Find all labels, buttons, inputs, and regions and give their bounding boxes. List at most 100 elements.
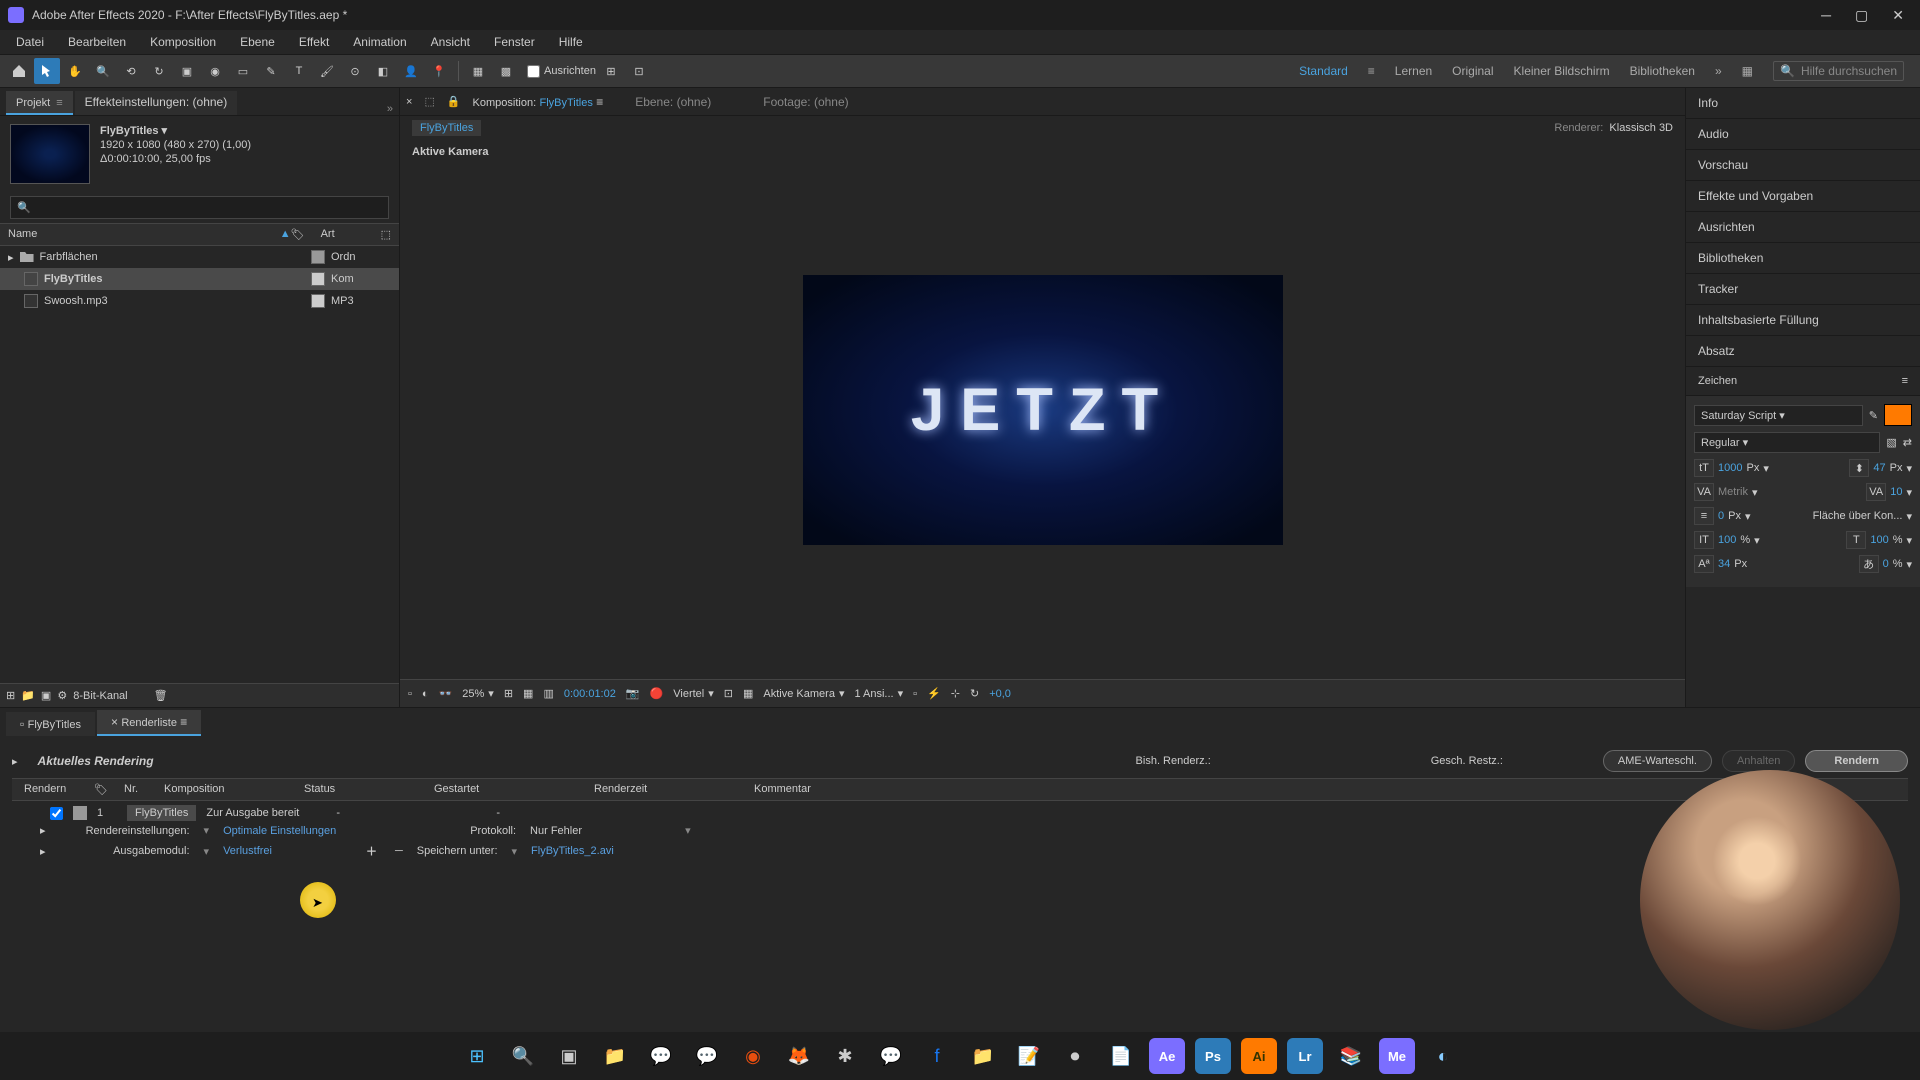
menu-fenster[interactable]: Fenster [484,32,545,52]
comp-breadcrumb[interactable]: FlyByTitles [412,120,481,136]
tab-effect-settings[interactable]: Effekteinstellungen: (ohne) [75,91,238,115]
illustrator-icon[interactable]: Ai [1241,1038,1277,1074]
menu-effekt[interactable]: Effekt [289,32,339,52]
help-search[interactable]: 🔍 Hilfe durchsuchen [1773,61,1904,81]
panel-audio[interactable]: Audio [1686,119,1920,150]
panel-info[interactable]: Info [1686,88,1920,119]
tab-project[interactable]: Projekt≡ [6,91,73,115]
renderer-display[interactable]: Renderer: Klassisch 3D [1554,122,1673,134]
panel-ausrichten[interactable]: Ausrichten [1686,212,1920,243]
channel-icon[interactable]: 🔴 [650,687,664,700]
mask-mode-icon[interactable]: ▦ [465,58,491,84]
firefox-icon[interactable]: 🦊 [781,1038,817,1074]
menu-animation[interactable]: Animation [343,32,416,52]
pan-behind-tool-icon[interactable]: ◉ [202,58,228,84]
res-dropdown[interactable]: Viertel ▾ [673,687,714,700]
transparency-icon[interactable]: ▦ [743,687,753,700]
snapshot-icon[interactable]: 📷 [626,687,640,700]
col-tag-icon[interactable]: 🏷 [90,783,110,796]
col-time[interactable]: Renderzeit [590,783,740,796]
camera-tool-icon[interactable]: ▣ [174,58,200,84]
pixel-aspect-icon[interactable]: ▫ [913,688,917,700]
resolution-icon[interactable]: ⊞ [504,687,513,700]
leading[interactable]: 47 [1873,462,1885,474]
timecode[interactable]: 0:00:01:02 [564,688,616,700]
teams-icon[interactable]: 💬 [643,1038,679,1074]
after-effects-icon[interactable]: Ae [1149,1038,1185,1074]
expand-output-icon[interactable]: ▸ [40,845,46,858]
clone-tool-icon[interactable]: ⊙ [342,58,368,84]
label-swatch[interactable] [311,272,325,286]
mask-mode2-icon[interactable]: ▩ [493,58,519,84]
roi-icon[interactable]: ⊡ [724,687,733,700]
font-family-select[interactable]: Saturday Script ▾ [1694,405,1863,426]
notepad-icon[interactable]: 📄 [1103,1038,1139,1074]
guide-icon[interactable]: ▥ [543,687,553,700]
media-encoder-icon[interactable]: Me [1379,1038,1415,1074]
hand-tool-icon[interactable]: ✋ [62,58,88,84]
col-name[interactable]: Name [8,228,280,241]
fill-color-swatch[interactable] [1884,404,1912,426]
orbit-tool-icon[interactable]: ⟲ [118,58,144,84]
lock-icon-2[interactable]: 🔒 [447,95,461,108]
render-settings-link[interactable]: Optimale Einstellungen [223,825,336,837]
shape-tool-icon[interactable]: ▭ [230,58,256,84]
settings-icon[interactable]: ⚙ [57,689,67,702]
explorer-icon[interactable]: 📁 [597,1038,633,1074]
font-style-select[interactable]: Regular ▾ [1694,432,1880,453]
remove-output-icon[interactable]: ─ [395,845,403,857]
workspace-kleiner[interactable]: Kleiner Bildschirm [1514,64,1610,78]
panel-fuellung[interactable]: Inhaltsbasierte Füllung [1686,305,1920,336]
project-item-comp[interactable]: FlyByTitles Kom [0,268,399,290]
tab-footage[interactable]: Footage: (ohne) [763,95,848,109]
tab-timeline-comp[interactable]: ▫ FlyByTitles [6,712,95,736]
start-icon[interactable]: ⊞ [459,1038,495,1074]
hscale[interactable]: 100 [1870,534,1888,546]
trash-icon[interactable]: 🗑 [154,689,168,702]
folder-icon[interactable]: 📁 [965,1038,1001,1074]
label-swatch[interactable] [311,250,325,264]
workspace-original[interactable]: Original [1452,64,1493,78]
panel-menu-icon[interactable]: ≡ [1902,375,1908,387]
menu-ebene[interactable]: Ebene [230,32,285,52]
render-item-checkbox[interactable] [50,807,63,820]
alpha-icon[interactable]: ◐ [422,688,429,700]
snap-checkbox[interactable] [527,65,540,78]
selection-tool-icon[interactable] [34,58,60,84]
camera-dropdown[interactable]: Aktive Kamera ▾ [763,687,844,700]
col-render[interactable]: Rendern [20,783,80,796]
notes-icon[interactable]: 📝 [1011,1038,1047,1074]
tab-layer[interactable]: Ebene: (ohne) [635,95,711,109]
col-nr[interactable]: Nr. [120,783,150,796]
col-comp[interactable]: Komposition [160,783,290,796]
close-tab-icon[interactable]: × [406,96,412,108]
item-label-swatch[interactable] [73,806,87,820]
ame-queue-button[interactable]: AME-Warteschl. [1603,750,1712,772]
fill-over-select[interactable]: Fläche über Kon... [1813,510,1903,522]
new-comp-icon[interactable]: ▣ [41,689,51,702]
eraser-tool-icon[interactable]: ◧ [370,58,396,84]
messenger-icon[interactable]: 💬 [873,1038,909,1074]
workspace-standard[interactable]: Standard [1299,64,1348,78]
app-icon-2[interactable]: ✱ [827,1038,863,1074]
menu-datei[interactable]: Datei [6,32,54,52]
books-icon[interactable]: 📚 [1333,1038,1369,1074]
col-start[interactable]: Gestartet [430,783,580,796]
snap-toggle[interactable]: Ausrichten [527,65,596,78]
grid-icon[interactable]: ▦ [523,687,533,700]
snap-options2-icon[interactable]: ⊡ [626,58,652,84]
puppet-tool-icon[interactable]: 📍 [426,58,452,84]
workspace-grid-icon[interactable]: ▦ [1742,64,1753,78]
project-item-folder[interactable]: ▸ Farbflächen Ordn [0,246,399,268]
project-search[interactable]: 🔍 [10,196,389,219]
menu-hilfe[interactable]: Hilfe [549,32,593,52]
timeline-icon[interactable]: ⊹ [951,687,960,700]
rotate-tool-icon[interactable]: ↻ [146,58,172,84]
pen-tool-icon[interactable]: ✎ [258,58,284,84]
eyedropper-icon[interactable]: ✎ [1869,409,1878,422]
add-output-icon[interactable]: ＋ [366,843,377,859]
whatsapp-icon[interactable]: 💬 [689,1038,725,1074]
app-icon-1[interactable]: ◉ [735,1038,771,1074]
app-icon-3[interactable]: ◐ [1425,1038,1461,1074]
stroke-width[interactable]: 0 [1718,510,1724,522]
